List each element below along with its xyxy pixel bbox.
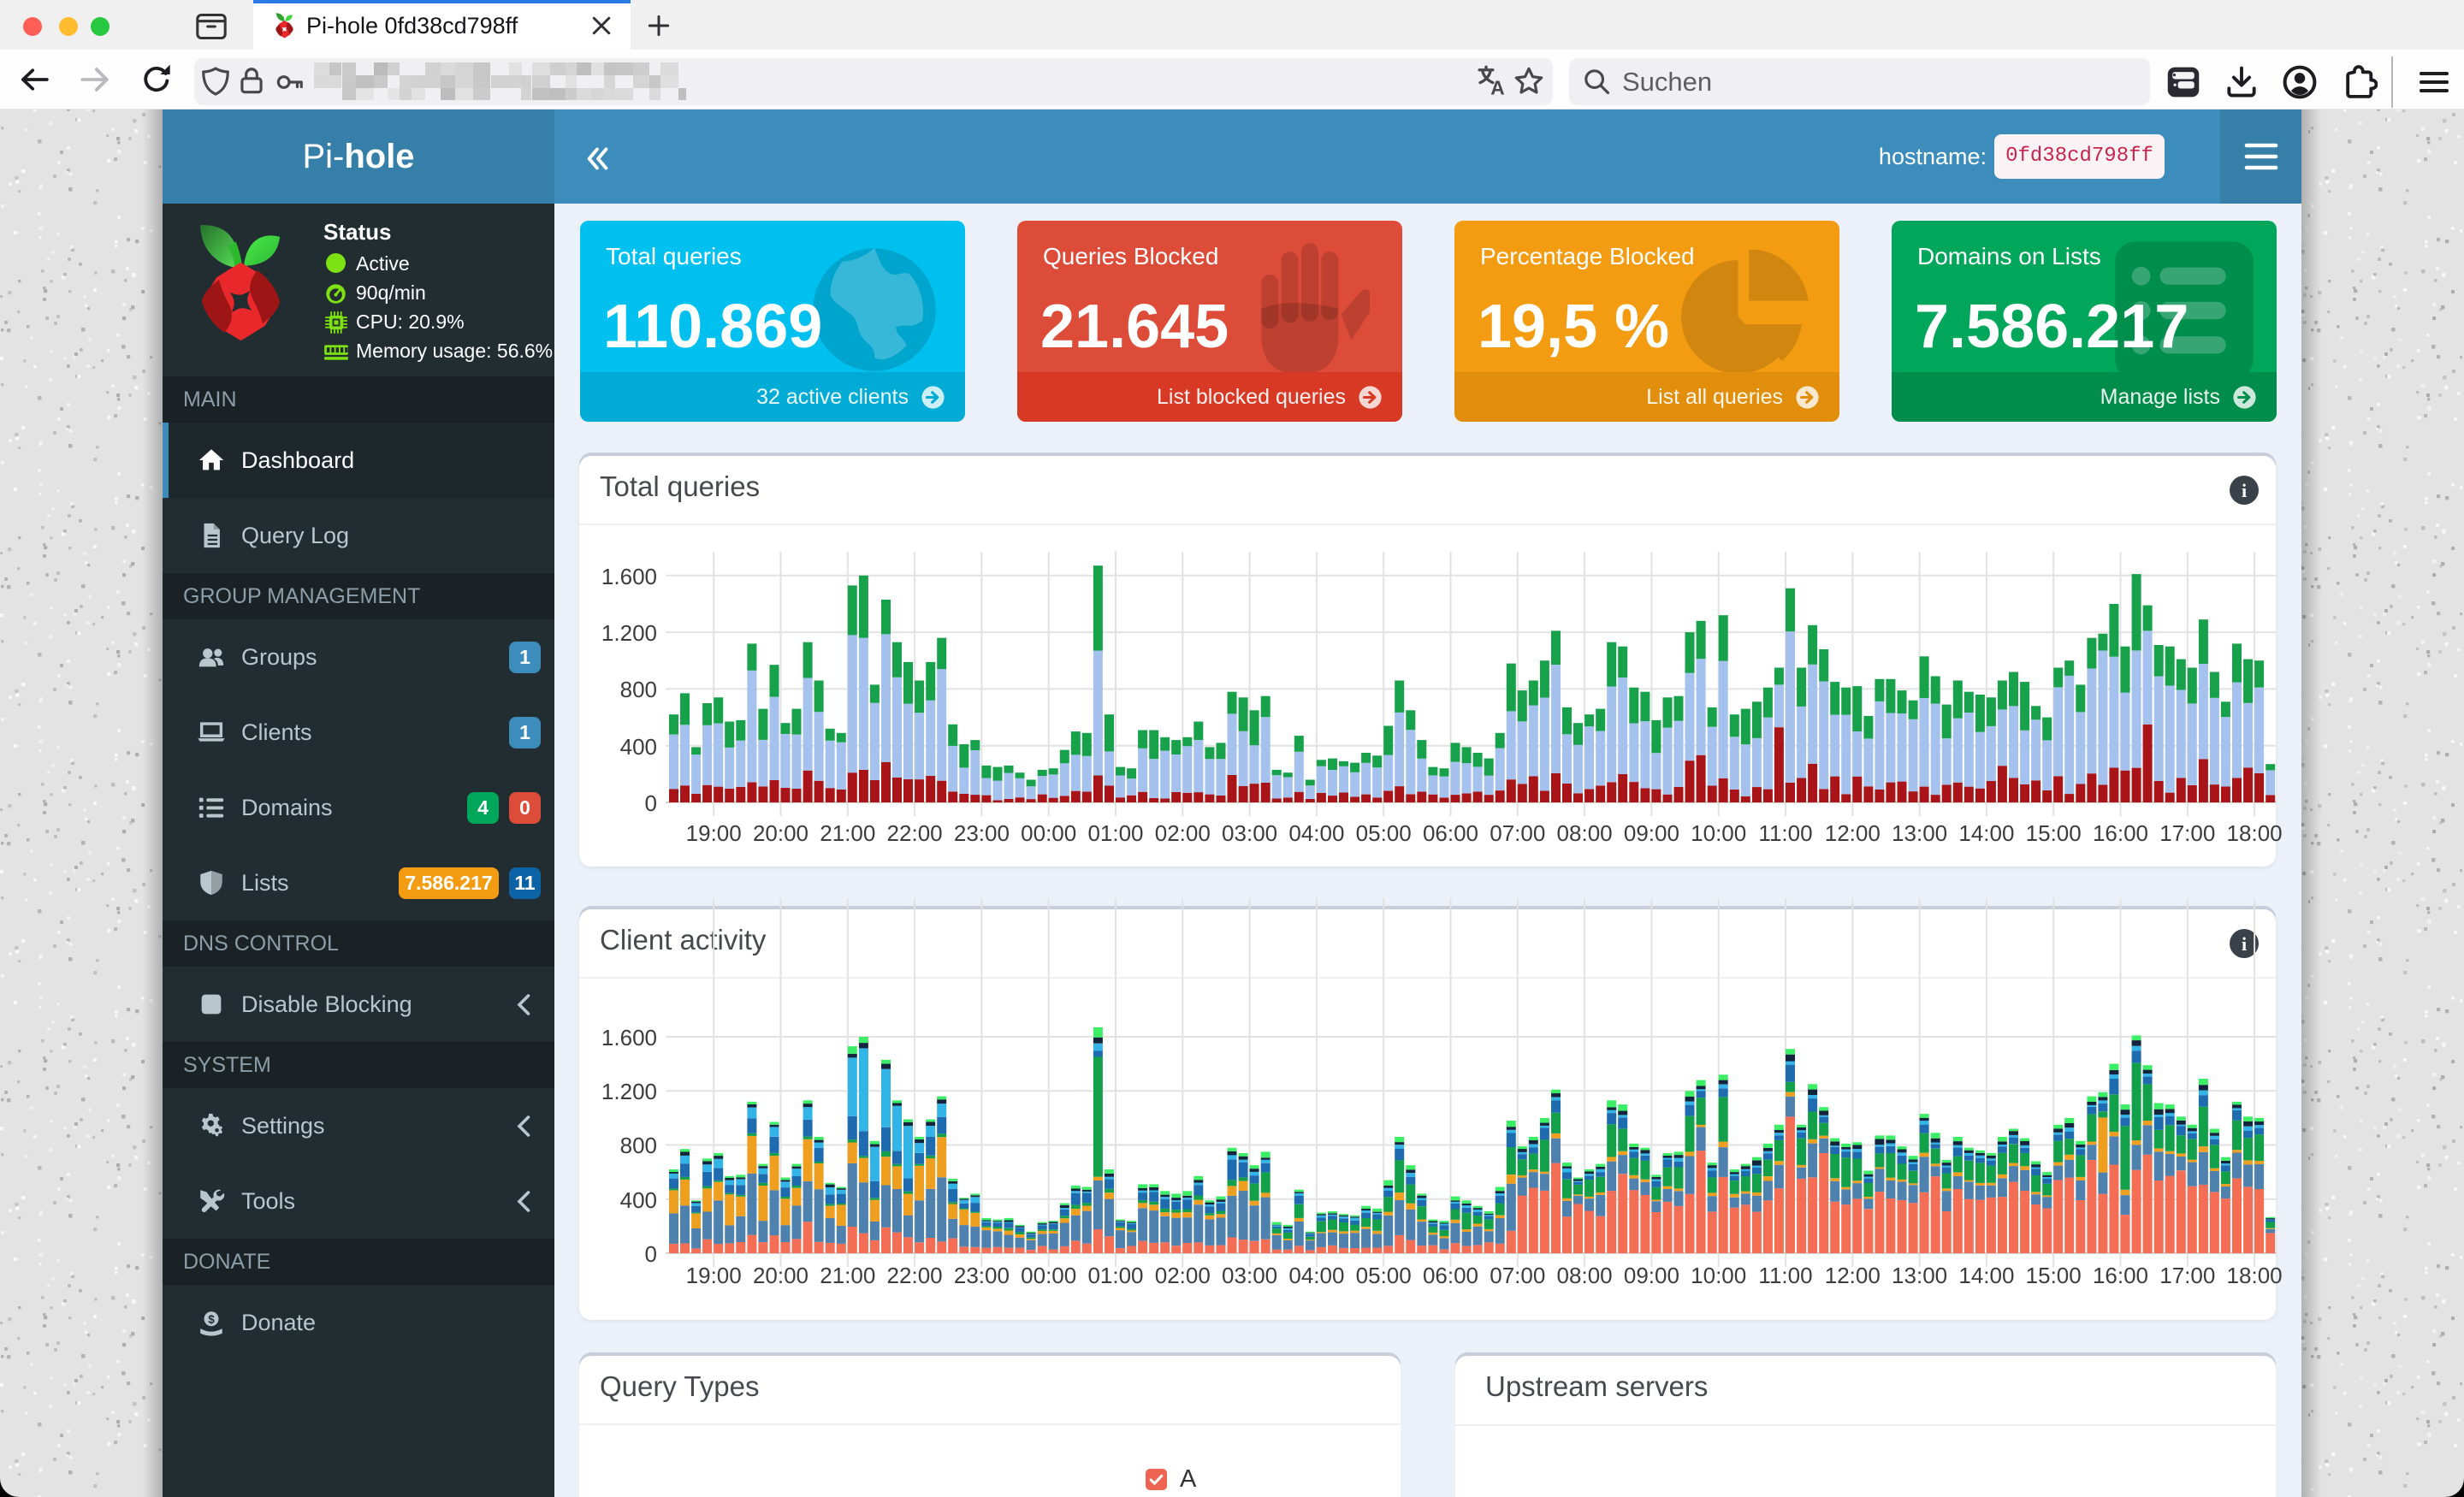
svg-text:i: i xyxy=(2242,933,2247,955)
svg-text:i: i xyxy=(2242,480,2247,501)
svg-text:$: $ xyxy=(208,1313,215,1326)
svg-text:A: A xyxy=(1490,77,1504,98)
